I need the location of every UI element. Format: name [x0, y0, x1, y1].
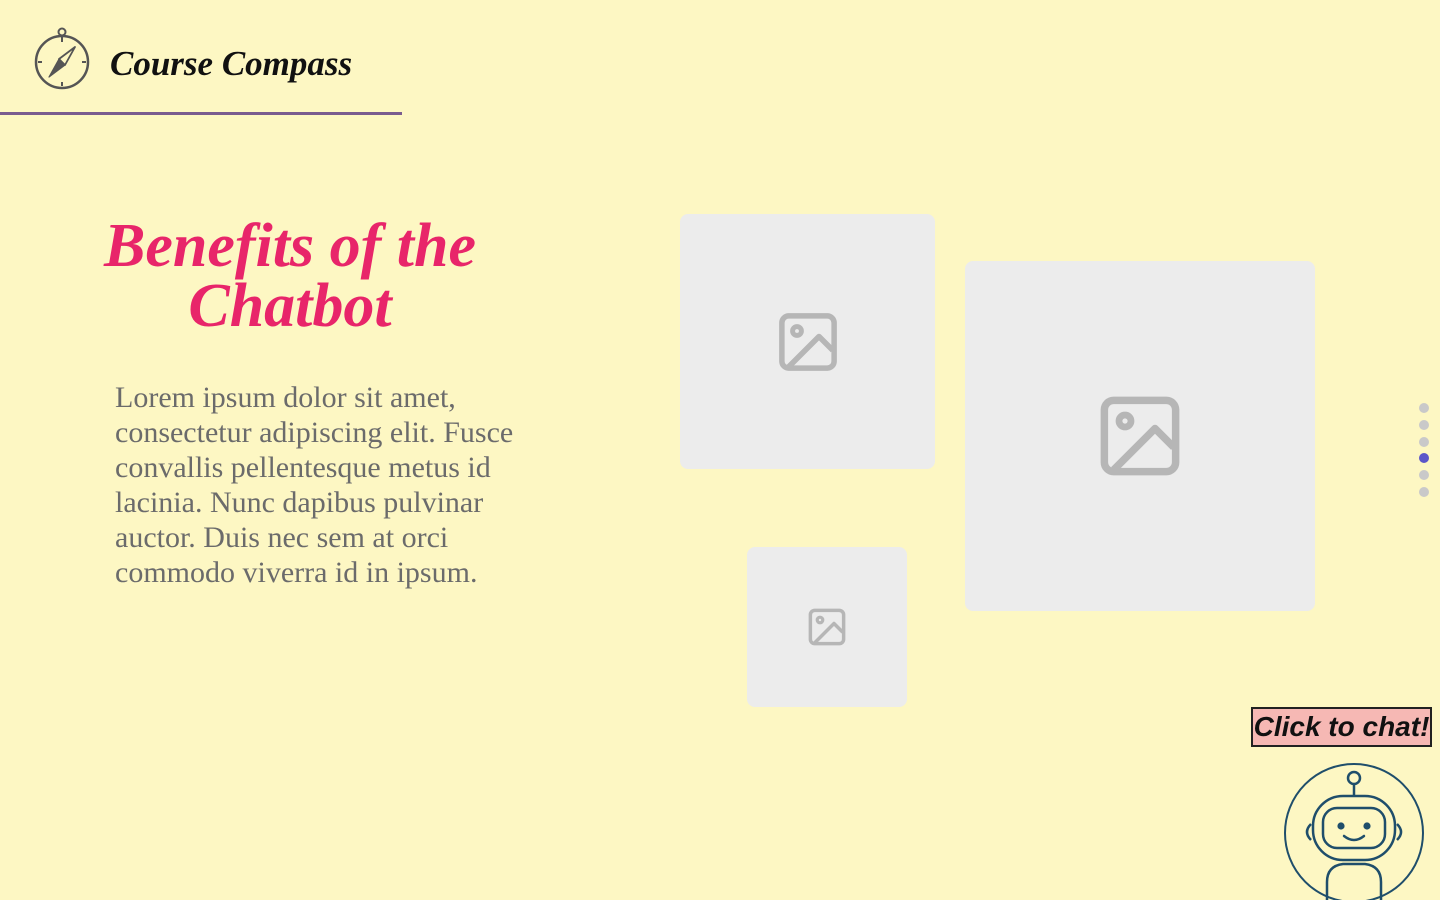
pagination-dot[interactable]	[1419, 419, 1429, 430]
image-placeholder-icon	[808, 608, 846, 646]
description-text: Lorem ipsum dolor sit amet, consectetur …	[115, 381, 514, 589]
image-placeholder	[747, 547, 907, 707]
image-placeholder-icon	[778, 312, 837, 371]
robot-icon[interactable]	[1283, 762, 1425, 900]
slide-pagination	[1419, 403, 1429, 504]
chat-button[interactable]: Click to chat!	[1251, 707, 1432, 747]
site-header: Course Compass	[0, 0, 402, 115]
pagination-dot[interactable]	[1419, 403, 1429, 413]
pagination-dot[interactable]	[1419, 470, 1429, 481]
image-placeholder	[680, 214, 935, 469]
chatbot-launcher[interactable]	[1283, 762, 1425, 900]
brand-name[interactable]: Course Compass	[110, 44, 352, 84]
image-placeholder	[965, 261, 1315, 611]
image-placeholder-icon	[1100, 396, 1180, 476]
compass-icon[interactable]	[33, 27, 91, 91]
page-title: Benefits of the Chatbot	[104, 212, 476, 340]
pagination-dot[interactable]	[1419, 436, 1429, 447]
pagination-dot[interactable]	[1419, 453, 1429, 464]
pagination-dot[interactable]	[1419, 486, 1429, 497]
header-divider	[0, 112, 402, 115]
